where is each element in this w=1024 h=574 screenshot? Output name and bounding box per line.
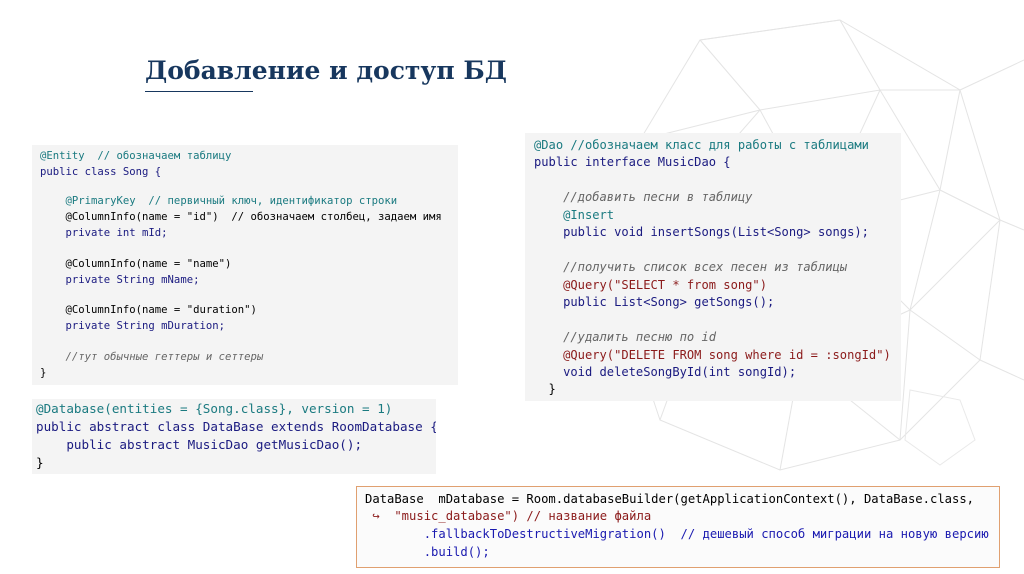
code-line: private String mName;	[40, 274, 200, 286]
code-line: public abstract MusicDao getMusicDao();	[36, 437, 363, 452]
entity-code-block: @Entity // обозначаем таблицу public cla…	[32, 145, 458, 385]
code-line: //добавить песни в таблицу	[534, 190, 753, 204]
dao-code-block: @Dao //обозначаем класс для работы с таб…	[525, 133, 901, 401]
code-line: .fallbackToDestructiveMigration() // деш…	[365, 527, 989, 541]
code-line: @Dao //обозначаем класс для работы с таб…	[534, 138, 869, 152]
code-line: @ColumnInfo(name = "name")	[40, 258, 232, 270]
code-line: @ColumnInfo(name = "duration")	[40, 304, 257, 316]
code-line: ↪ "music_database") // название файла	[365, 509, 652, 523]
database-builder-code-block: DataBase mDatabase = Room.databaseBuilde…	[356, 486, 1000, 568]
code-line: //получить список всех песен из таблицы	[534, 260, 848, 274]
code-line: DataBase mDatabase = Room.databaseBuilde…	[365, 492, 975, 506]
code-line: public abstract class DataBase extends R…	[36, 419, 436, 434]
database-code-block: @Database(entities = {Song.class}, versi…	[32, 399, 436, 474]
slide-title: Добавление и доступ БД	[145, 56, 508, 85]
code-line: private int mId;	[40, 227, 168, 239]
code-line: //удалить песню по id	[534, 330, 717, 344]
code-line: @Insert	[534, 208, 615, 222]
code-line: void deleteSongById(int songId);	[534, 365, 797, 379]
code-line: private String mDuration;	[40, 320, 225, 332]
code-line: @Entity // обозначаем таблицу	[40, 150, 232, 162]
code-line: .build();	[365, 545, 490, 559]
title-underline	[145, 91, 253, 92]
code-line: public interface MusicDao {	[534, 155, 731, 169]
code-line: @Query("DELETE FROM song where id = :son…	[534, 348, 891, 362]
code-line: }	[36, 455, 44, 470]
code-line: public List<Song> getSongs();	[534, 295, 775, 309]
code-line: @Database(entities = {Song.class}, versi…	[36, 401, 393, 416]
code-line: public class Song {	[40, 166, 162, 178]
code-line: }	[534, 382, 556, 396]
code-line: @Query("SELECT * from song")	[534, 278, 767, 292]
code-line: //тут обычные геттеры и сеттеры	[40, 351, 264, 363]
code-line: @PrimaryKey // первичный ключ, идентифик…	[40, 195, 398, 207]
code-line: @ColumnInfo(name = "id") // обозначаем с…	[40, 211, 442, 223]
code-line: }	[40, 367, 47, 379]
code-line: public void insertSongs(List<Song> songs…	[534, 225, 869, 239]
